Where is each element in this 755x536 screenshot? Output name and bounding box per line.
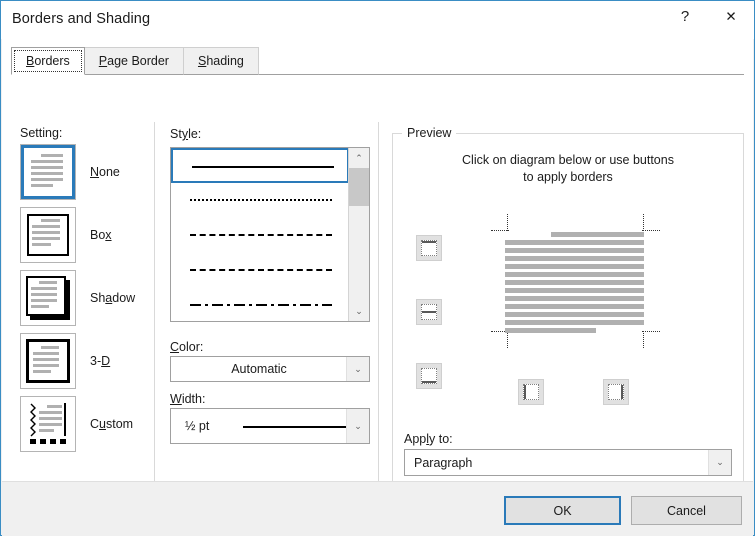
setting-icon-custom (26, 402, 70, 446)
scrollbar-thumb[interactable] (349, 168, 369, 206)
color-value: Automatic (171, 357, 347, 381)
setting-icon-box (27, 214, 69, 256)
right-border-button[interactable] (603, 379, 629, 405)
scroll-down-icon[interactable]: ⌄ (349, 301, 369, 321)
preview-hint: Click on diagram below or use buttons to… (392, 152, 744, 186)
left-border-button[interactable] (518, 379, 544, 405)
dashed-line-icon (190, 269, 332, 271)
tab-borders[interactable]: Borders (11, 47, 85, 75)
close-icon[interactable]: ✕ (708, 1, 754, 32)
title-bar: Borders and Shading ? ✕ (1, 1, 754, 39)
width-line-sample-icon (243, 426, 349, 428)
setting-option-3d[interactable] (20, 333, 76, 389)
cancel-button[interactable]: Cancel (631, 496, 742, 525)
ok-button[interactable]: OK (504, 496, 621, 525)
setting-option-none-label: None (90, 165, 120, 179)
style-scrollbar[interactable]: ⌃ ⌄ (348, 148, 369, 321)
width-value: ½ pt (185, 409, 209, 443)
tab-shading[interactable]: Shading (183, 47, 259, 75)
tab-focus-ring (14, 50, 82, 72)
style-preview-divider (378, 122, 379, 502)
setting-option-custom[interactable] (20, 396, 76, 452)
middle-border-icon (421, 304, 437, 320)
width-label: Width: (170, 392, 205, 406)
style-label: Style: (170, 127, 201, 141)
preview-hint-line1: Click on diagram below or use buttons (392, 152, 744, 169)
dash-dot-line-icon (190, 304, 332, 306)
chevron-down-icon[interactable]: ⌄ (346, 357, 369, 381)
tab-page-border[interactable]: Page Border (84, 47, 184, 75)
scroll-up-icon[interactable]: ⌃ (349, 148, 369, 168)
dialog-footer: OK Cancel (2, 481, 753, 536)
setting-option-box-label: Box (90, 228, 112, 242)
solid-line-icon (192, 166, 334, 168)
style-option-dotted[interactable] (171, 183, 349, 218)
style-listbox[interactable]: ⌃ ⌄ (170, 147, 370, 322)
style-option-fine-dashed[interactable] (171, 218, 349, 253)
color-combobox[interactable]: Automatic ⌄ (170, 356, 370, 382)
setting-icon-3d (26, 339, 70, 383)
width-combobox[interactable]: ½ pt ⌄ (170, 408, 370, 444)
preview-group-label: Preview (402, 126, 456, 140)
bottom-border-button[interactable] (416, 363, 442, 389)
borders-and-shading-dialog: Borders and Shading ? ✕ Borders Page Bor… (0, 0, 755, 536)
setting-icon-none (27, 151, 69, 193)
left-border-icon (523, 384, 539, 400)
middle-border-button[interactable] (416, 299, 442, 325)
top-border-icon (421, 240, 437, 256)
chevron-down-icon[interactable]: ⌄ (346, 409, 369, 443)
color-label: Color: (170, 340, 203, 354)
apply-to-label: Apply to: (404, 432, 453, 446)
style-option-solid[interactable] (171, 148, 349, 183)
setting-option-3d-label: 3-D (90, 354, 110, 368)
style-option-dashed[interactable] (171, 253, 349, 288)
setting-option-shadow-label: Shadow (90, 291, 135, 305)
fine-dashed-line-icon (190, 234, 332, 236)
style-option-dash-dot[interactable] (171, 288, 349, 322)
setting-option-custom-label: Custom (90, 417, 133, 431)
settings-style-divider (154, 122, 155, 502)
setting-option-none[interactable] (20, 144, 76, 200)
tab-strip: Borders Page Border Shading (11, 47, 258, 75)
help-icon[interactable]: ? (662, 1, 708, 32)
preview-hint-line2: to apply borders (392, 169, 744, 186)
right-border-icon (608, 384, 624, 400)
setting-option-box[interactable] (20, 207, 76, 263)
setting-label: Setting: (20, 126, 62, 140)
setting-icon-shadow (26, 276, 66, 316)
apply-to-value: Paragraph (414, 450, 472, 475)
setting-option-shadow[interactable] (20, 270, 76, 326)
chevron-down-icon[interactable]: ⌄ (708, 450, 731, 475)
bottom-border-icon (421, 368, 437, 384)
dotted-line-icon (190, 199, 332, 201)
dialog-content: Borders Page Border Shading Setting: (2, 38, 753, 481)
apply-to-combobox[interactable]: Paragraph ⌄ (404, 449, 732, 476)
dialog-title: Borders and Shading (12, 11, 150, 27)
top-border-button[interactable] (416, 235, 442, 261)
